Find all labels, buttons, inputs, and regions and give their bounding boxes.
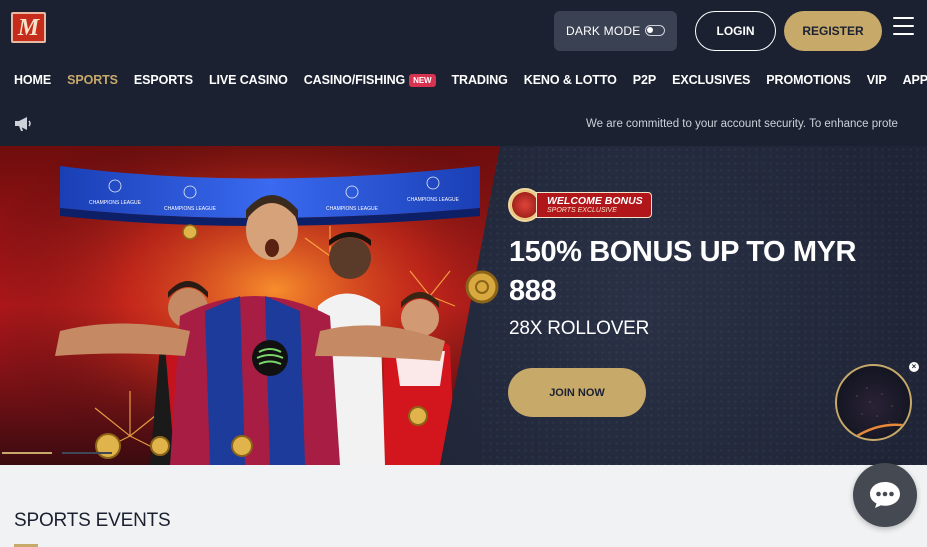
dark-mode-label: DARK MODE [566,24,641,38]
badge-title: WELCOME BONUS [547,195,643,207]
champions-league-text-1: CHAMPIONS LEAGUE [89,200,142,206]
carousel-dot-1[interactable] [2,452,52,454]
nav-item-esports[interactable]: ESPORTS [134,73,193,87]
toggle-switch-icon[interactable] [645,25,665,36]
nav-item-keno-lotto[interactable]: KENO & LOTTO [524,73,617,87]
close-icon[interactable]: × [909,362,919,372]
champions-league-text-4: CHAMPIONS LEAGUE [407,197,460,203]
new-badge: NEW [409,73,436,87]
headline-line-1: 150% BONUS UP TO MYR [509,236,857,268]
site-header: M DARK MODE LOGIN REGISTER HOME SPORTS E… [0,0,927,146]
login-button[interactable]: LOGIN [695,11,776,51]
carousel-dot-2[interactable] [62,452,112,454]
welcome-bonus-ribbon: WELCOME BONUS SPORTS EXCLUSIVE [536,192,652,218]
nav-item-app[interactable]: APP [903,73,927,87]
main-nav: HOME SPORTS ESPORTS LIVE CASINO CASINO/F… [14,71,927,89]
hamburger-menu-icon[interactable] [893,17,914,35]
nav-item-exclusives[interactable]: EXCLUSIVES [672,73,750,87]
chat-glyph [870,482,900,508]
promo-banner[interactable]: CHAMPIONS LEAGUE CHAMPIONS LEAGUE CHAMPI… [0,146,927,465]
logo-letter: M [17,14,40,41]
nav-item-live-casino[interactable]: LIVE CASINO [209,73,288,87]
announcement-ticker[interactable]: We are committed to your account securit… [586,118,910,134]
nav-item-casino-fishing-label: CASINO/FISHING [303,73,406,87]
sports-events-title: SPORTS EVENTS [14,510,171,531]
headline-line-2: 888 [509,275,557,307]
welcome-bonus-badge: WELCOME BONUS SPORTS EXCLUSIVE [508,188,652,222]
chat-bubble-icon[interactable] [853,463,917,527]
nav-item-sports[interactable]: SPORTS [67,73,118,87]
nav-item-casino-fishing[interactable]: CASINO/FISHING NEW [304,73,436,87]
nav-item-p2p[interactable]: P2P [633,73,656,87]
banner-headline: 150% BONUS UP TO MYR 888 [509,233,889,311]
hero-players-image: CHAMPIONS LEAGUE CHAMPIONS LEAGUE CHAMPI… [0,146,500,465]
megaphone-icon [15,117,31,131]
champions-league-text-2: CHAMPIONS LEAGUE [164,206,217,212]
banner-subline: 28X ROLLOVER [509,318,650,339]
nav-item-promotions[interactable]: PROMOTIONS [766,73,851,87]
champions-league-text-3: CHAMPIONS LEAGUE [326,206,379,212]
dark-mode-toggle[interactable]: DARK MODE [554,11,677,51]
site-logo[interactable]: M [11,12,46,43]
floating-promo-bubble[interactable] [835,364,912,441]
nav-item-vip[interactable]: VIP [867,73,887,87]
nav-item-home[interactable]: HOME [14,73,51,87]
nav-item-trading[interactable]: TRADING [452,73,508,87]
join-now-button[interactable]: JOIN NOW [508,368,646,417]
badge-subtitle: SPORTS EXCLUSIVE [547,207,617,214]
carousel-indicators [0,452,500,455]
register-button[interactable]: REGISTER [784,11,882,51]
